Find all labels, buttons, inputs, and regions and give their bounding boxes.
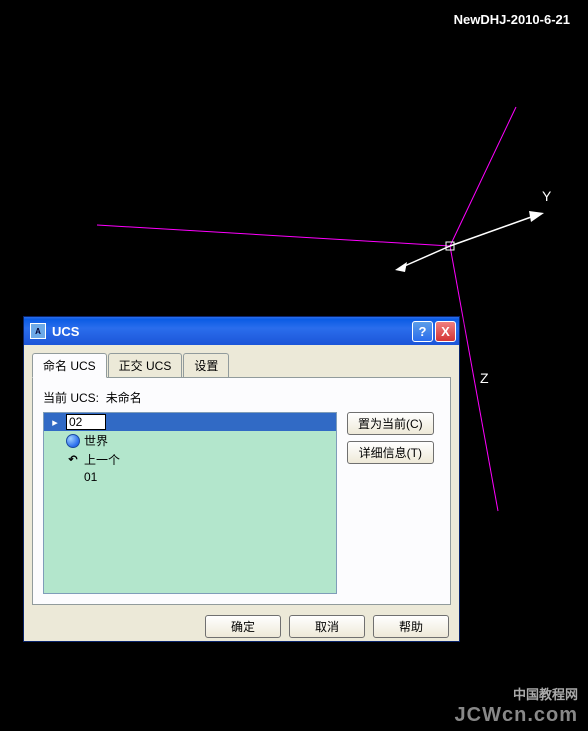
app-icon: A bbox=[30, 323, 46, 339]
ucs-dialog: A UCS ? X 命名 UCS 正交 UCS 设置 当前 UCS: 未命名 ▸ bbox=[23, 316, 460, 642]
dialog-title: UCS bbox=[52, 324, 412, 339]
current-ucs-label: 当前 UCS: 未命名 bbox=[43, 389, 440, 406]
ucs-listbox[interactable]: ▸ 世界 ↶ 上一个 01 bbox=[43, 412, 337, 594]
list-item-label: 01 bbox=[84, 470, 97, 484]
z-axis-label: Z bbox=[480, 370, 489, 386]
blank-icon bbox=[66, 470, 80, 484]
ucs-name-input[interactable] bbox=[66, 414, 106, 430]
back-arrow-icon: ↶ bbox=[66, 453, 80, 467]
globe-icon bbox=[66, 434, 80, 448]
arrow-icon: ▸ bbox=[48, 415, 62, 429]
titlebar-close-button[interactable]: X bbox=[435, 321, 456, 342]
titlebar-help-button[interactable]: ? bbox=[412, 321, 433, 342]
cancel-button[interactable]: 取消 bbox=[289, 615, 365, 638]
list-item-editing[interactable]: ▸ bbox=[44, 413, 336, 431]
footer-en: JCWcn.com bbox=[455, 704, 578, 727]
tab-ortho-ucs[interactable]: 正交 UCS bbox=[108, 353, 183, 377]
y-axis-label: Y bbox=[542, 188, 551, 204]
current-ucs-value: 未命名 bbox=[106, 391, 142, 405]
footer-cn: 中国教程网 bbox=[513, 684, 578, 703]
titlebar[interactable]: A UCS ? X bbox=[24, 317, 459, 345]
list-item-01[interactable]: 01 bbox=[44, 469, 336, 485]
ok-button[interactable]: 确定 bbox=[205, 615, 281, 638]
watermark: NewDHJ-2010-6-21 bbox=[454, 12, 570, 27]
list-item-world[interactable]: 世界 bbox=[44, 431, 336, 450]
list-item-label: 上一个 bbox=[84, 451, 120, 468]
tab-panel: 当前 UCS: 未命名 ▸ 世界 ↶ 上一个 bbox=[32, 377, 451, 605]
set-current-button[interactable]: 置为当前(C) bbox=[347, 412, 434, 435]
tab-settings[interactable]: 设置 bbox=[183, 353, 229, 377]
help-button[interactable]: 帮助 bbox=[373, 615, 449, 638]
tab-named-ucs[interactable]: 命名 UCS bbox=[32, 353, 107, 378]
details-button[interactable]: 详细信息(T) bbox=[347, 441, 434, 464]
list-item-label: 世界 bbox=[84, 432, 108, 449]
list-item-prev[interactable]: ↶ 上一个 bbox=[44, 450, 336, 469]
tab-bar: 命名 UCS 正交 UCS 设置 bbox=[32, 353, 451, 378]
